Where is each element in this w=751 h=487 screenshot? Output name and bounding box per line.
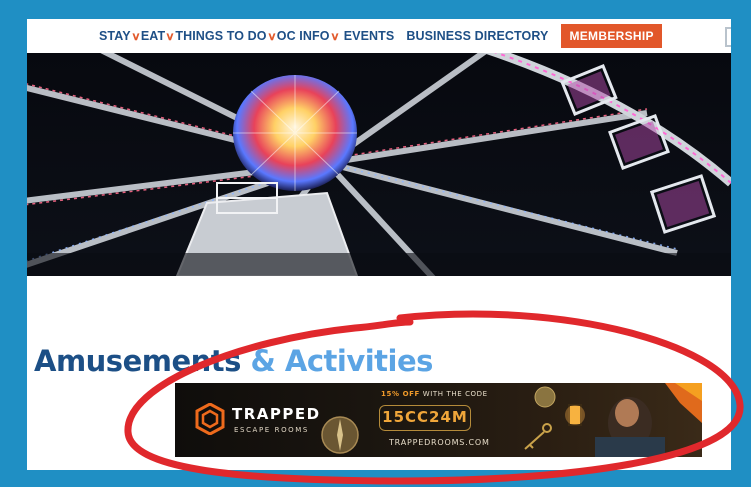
ad-url: TRAPPEDROOMS.COM: [389, 438, 490, 447]
chevron-down-icon[interactable]: ∨: [267, 30, 277, 43]
nav-item-stay[interactable]: STAY ∨: [99, 29, 141, 43]
ad-offer-highlight: 15% OFF: [381, 390, 420, 398]
nav-item-business-directory[interactable]: BUSINESS DIRECTORY: [406, 29, 548, 43]
chevron-down-icon[interactable]: ∨: [165, 30, 175, 43]
ad-offer: 15% OFF WITH THE CODE: [381, 390, 488, 398]
nav-item-things-to-do[interactable]: THINGS TO DO ∨: [175, 29, 276, 43]
nav-item-events[interactable]: EVENTS: [344, 29, 395, 43]
ferris-wheel-photo-icon: [27, 53, 731, 276]
page-title-part2: & Activities: [250, 344, 434, 379]
nav-item-label: THINGS TO DO: [175, 29, 267, 43]
membership-button[interactable]: MEMBERSHIP: [561, 24, 662, 48]
nav-item-oc-info[interactable]: OC INFO ∨: [277, 29, 340, 43]
screenshot-frame: STAY ∨ EAT ∨ THINGS TO DO ∨ OC INFO ∨ EV…: [0, 0, 751, 487]
trapped-logo-icon: [195, 403, 225, 435]
nav-item-label: OC INFO: [276, 29, 330, 43]
nav-item-label: EAT: [140, 29, 166, 43]
nav-item-label: EVENTS: [343, 29, 395, 43]
chevron-down-icon[interactable]: ∨: [131, 30, 141, 43]
ad-brand-sub: ESCAPE ROOMS: [234, 426, 309, 434]
nav-item-label: STAY: [99, 29, 131, 43]
page-title: Amusements & Activities: [34, 344, 433, 378]
ad-promo-code: 15CC24M: [379, 405, 471, 431]
trapped-ad-banner[interactable]: TRAPPED ESCAPE ROOMS 15% OFF WITH THE CO…: [175, 383, 702, 457]
main-nav: STAY ∨ EAT ∨ THINGS TO DO ∨ OC INFO ∨ EV…: [27, 19, 731, 53]
ad-offer-text: WITH THE CODE: [422, 390, 488, 398]
chevron-down-icon[interactable]: ∨: [330, 30, 340, 43]
nav-item-label: BUSINESS DIRECTORY: [406, 29, 549, 43]
search-toggle-icon[interactable]: [725, 27, 731, 47]
page-viewport: STAY ∨ EAT ∨ THINGS TO DO ∨ OC INFO ∨ EV…: [27, 19, 731, 470]
page-title-part1: Amusements: [34, 344, 241, 379]
nav-item-eat[interactable]: EAT ∨: [141, 29, 176, 43]
hero-image: [27, 53, 731, 276]
ad-brand-name: TRAPPED: [232, 405, 321, 423]
